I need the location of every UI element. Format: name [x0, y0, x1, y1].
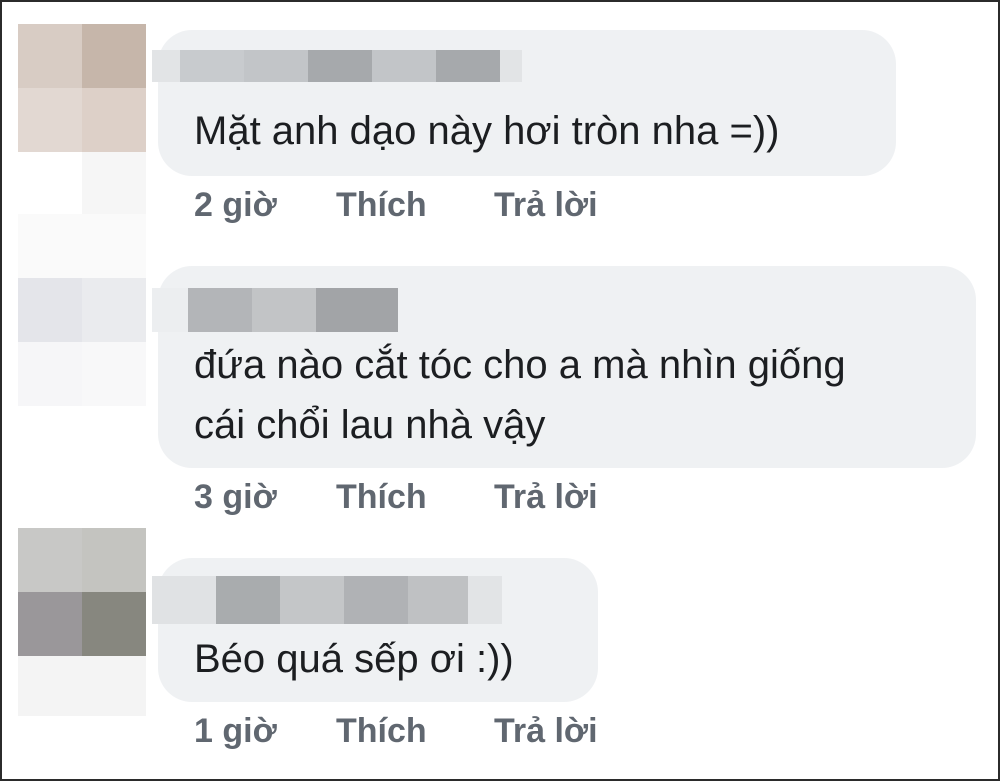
comment-thread: Mặt anh dạo này hơi tròn nha =)) 2 giờ T…	[0, 0, 1000, 781]
comment-text: Béo quá sếp ơi :))	[194, 637, 514, 681]
comment-text: đứa nào cắt tóc cho a mà nhìn giống	[194, 343, 846, 387]
avatar[interactable]	[18, 278, 146, 406]
comment-text: cái chổi lau nhà vậy	[194, 403, 546, 447]
like-button[interactable]: Thích	[336, 478, 427, 517]
avatar-blur	[82, 152, 146, 216]
reply-button[interactable]: Trả lời	[494, 186, 598, 225]
like-button[interactable]: Thích	[336, 186, 427, 225]
like-button[interactable]: Thích	[336, 712, 427, 751]
avatar-blur	[18, 656, 146, 716]
reply-button[interactable]: Trả lời	[494, 478, 598, 517]
comment-timestamp[interactable]: 1 giờ	[194, 712, 277, 751]
comment-text: Mặt anh dạo này hơi tròn nha =))	[194, 109, 780, 153]
avatar[interactable]	[18, 528, 146, 656]
avatar[interactable]	[18, 24, 146, 152]
comment-timestamp[interactable]: 2 giờ	[194, 186, 277, 225]
comment-timestamp[interactable]: 3 giờ	[194, 478, 277, 517]
avatar-blur	[18, 214, 146, 278]
reply-button[interactable]: Trả lời	[494, 712, 598, 751]
